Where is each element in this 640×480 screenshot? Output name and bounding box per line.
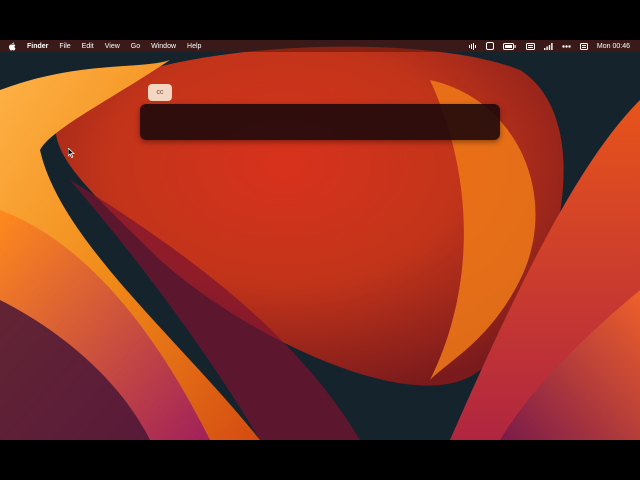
desktop-screen: Finder File Edit View Go Window Help Mon… bbox=[0, 40, 640, 440]
more-icon[interactable] bbox=[562, 44, 571, 48]
audio-icon[interactable] bbox=[468, 42, 477, 50]
menu-view[interactable]: View bbox=[105, 43, 120, 50]
menu-bar: Finder File Edit View Go Window Help Mon… bbox=[0, 40, 640, 52]
menu-window[interactable]: Window bbox=[151, 43, 176, 50]
menu-edit[interactable]: Edit bbox=[82, 43, 94, 50]
search-panel[interactable] bbox=[140, 104, 500, 140]
battery-icon[interactable] bbox=[502, 42, 517, 50]
control-center-icon[interactable] bbox=[579, 42, 588, 50]
wallpaper bbox=[0, 40, 640, 440]
search-input[interactable] bbox=[140, 104, 500, 140]
cc-tag: cc bbox=[148, 84, 172, 101]
menu-file[interactable]: File bbox=[59, 43, 70, 50]
menu-go[interactable]: Go bbox=[131, 43, 140, 50]
keyboard-icon[interactable] bbox=[525, 42, 535, 50]
apple-icon[interactable] bbox=[8, 42, 16, 51]
menu-app-name[interactable]: Finder bbox=[27, 43, 48, 50]
menu-help[interactable]: Help bbox=[187, 43, 201, 50]
wifi-icon[interactable] bbox=[543, 42, 553, 50]
screen-icon[interactable] bbox=[485, 42, 494, 50]
mouse-cursor-icon bbox=[68, 148, 75, 158]
clock[interactable]: Mon 00:46 bbox=[597, 43, 630, 50]
